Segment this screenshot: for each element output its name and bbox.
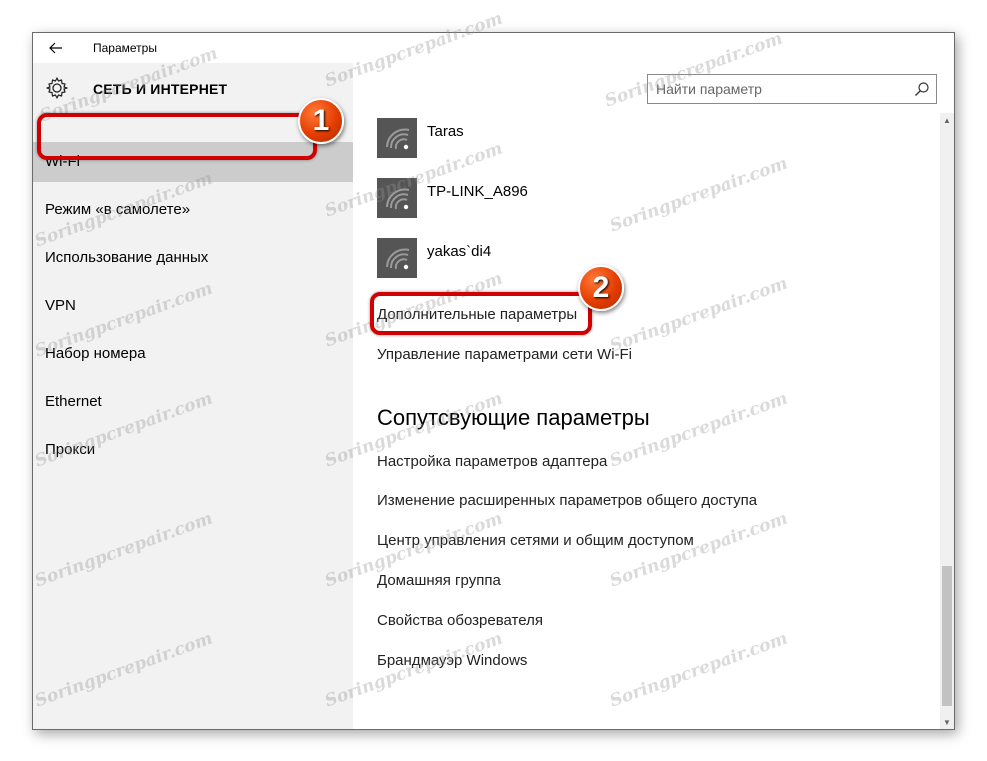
- scroll-thumb[interactable]: [942, 566, 952, 706]
- scroll-down-icon[interactable]: ▼: [940, 715, 954, 729]
- wifi-signal-icon: [377, 118, 417, 158]
- sidebar-item-vpn[interactable]: VPN: [33, 286, 353, 326]
- adapter-settings-link[interactable]: Настройка параметров адаптера: [377, 453, 607, 470]
- related-settings-heading: Сопутсвующие параметры: [377, 405, 650, 430]
- sidebar-item-ethernet[interactable]: Ethernet: [33, 382, 353, 422]
- network-name: Taras: [427, 123, 464, 140]
- wifi-signal-icon: [377, 238, 417, 278]
- sidebar: СЕТЬ И ИНТЕРНЕТ Wi-Fi Режим «в самолете»…: [33, 63, 353, 729]
- sidebar-item-label: Режим «в самолете»: [45, 201, 191, 218]
- callout-highlight-advanced: [370, 292, 592, 335]
- sidebar-item-label: Набор номера: [45, 345, 146, 362]
- back-arrow-icon: [49, 42, 62, 54]
- step-badge-2: 2: [578, 265, 624, 311]
- sidebar-item-airplane-mode[interactable]: Режим «в самолете»: [33, 190, 353, 230]
- search-input[interactable]: [648, 75, 903, 103]
- sidebar-item-label: Ethernet: [45, 393, 102, 410]
- vertical-scrollbar[interactable]: ▲ ▼: [940, 113, 954, 729]
- sidebar-item-label: Использование данных: [45, 249, 209, 266]
- main-content: Taras TP-LINK_A896: [353, 33, 954, 729]
- network-name: TP-LINK_A896: [427, 183, 528, 200]
- sidebar-item-data-usage[interactable]: Использование данных: [33, 238, 353, 278]
- windows-firewall-link[interactable]: Брандмауэр Windows: [377, 652, 527, 669]
- network-item[interactable]: Taras: [377, 118, 797, 160]
- sidebar-item-label: Прокси: [45, 441, 96, 458]
- wifi-signal-icon: [377, 178, 417, 218]
- network-name: yakas`di4: [427, 243, 492, 260]
- gear-icon: [46, 77, 68, 99]
- internet-options-link[interactable]: Свойства обозревателя: [377, 612, 543, 629]
- advanced-sharing-link[interactable]: Изменение расширенных параметров общего …: [377, 492, 757, 509]
- sidebar-item-label: VPN: [45, 297, 76, 314]
- step-badge-1: 1: [298, 98, 344, 144]
- sidebar-item-dial-up[interactable]: Набор номера: [33, 334, 353, 374]
- sidebar-item-proxy[interactable]: Прокси: [33, 430, 353, 470]
- search-icon[interactable]: [914, 81, 930, 97]
- scroll-up-icon[interactable]: ▲: [940, 113, 954, 127]
- homegroup-link[interactable]: Домашняя группа: [377, 572, 501, 589]
- network-item[interactable]: TP-LINK_A896: [377, 178, 797, 220]
- network-center-link[interactable]: Центр управления сетями и общим доступом: [377, 532, 694, 549]
- search-box[interactable]: [647, 74, 937, 104]
- back-button[interactable]: [33, 33, 79, 63]
- window-title: Параметры: [93, 41, 157, 55]
- manage-wifi-settings-link[interactable]: Управление параметрами сети Wi-Fi: [377, 346, 632, 363]
- callout-highlight-wifi: [37, 113, 317, 160]
- section-title: СЕТЬ И ИНТЕРНЕТ: [93, 81, 228, 97]
